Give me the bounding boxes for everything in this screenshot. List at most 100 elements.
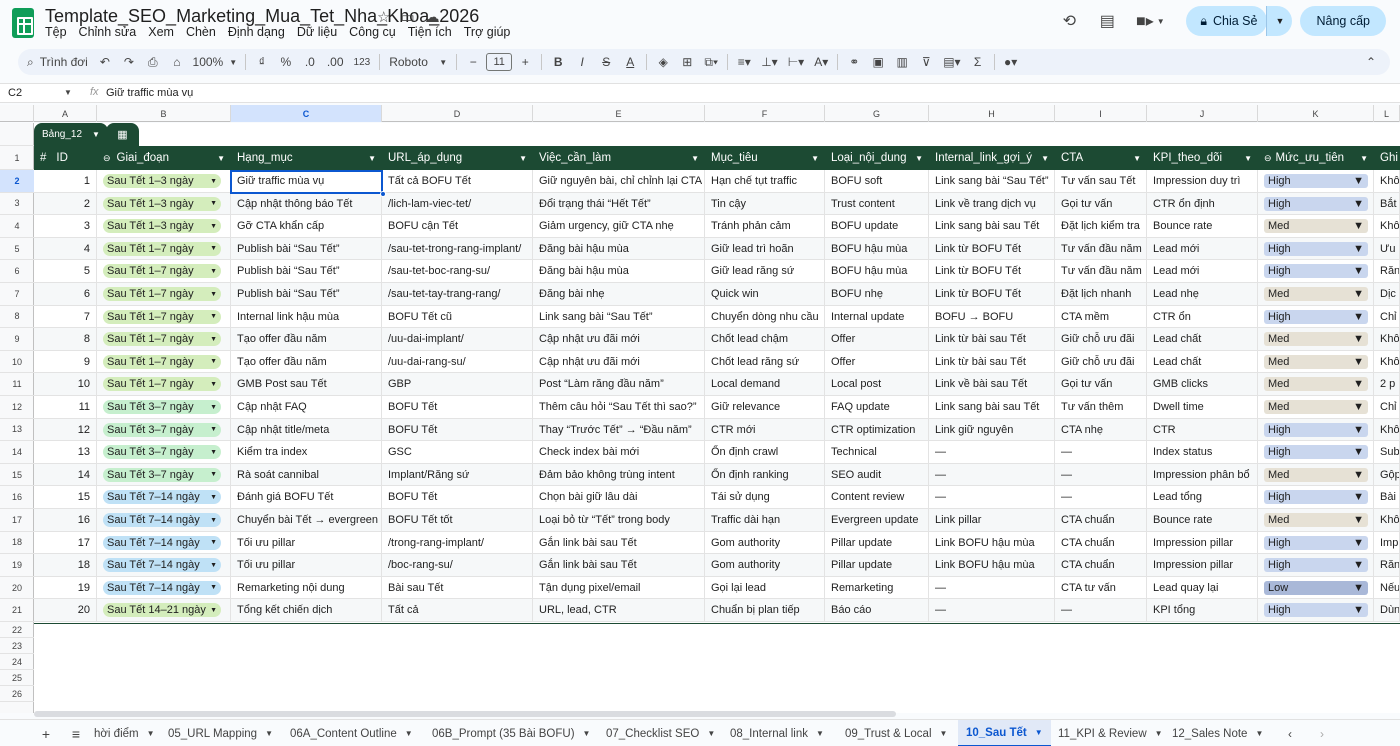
cell-url[interactable]: BOFU Tết cũ bbox=[382, 305, 533, 328]
phase-chip[interactable]: Sau Tết 1–7 ngày ▼ bbox=[103, 264, 221, 279]
cell-cta[interactable]: Đặt lịch kiểm tra bbox=[1055, 215, 1147, 238]
row-header[interactable]: 6 bbox=[0, 260, 34, 283]
paint-format-icon[interactable]: ⌂ bbox=[166, 50, 188, 74]
cell-url[interactable]: /uu-dai-rang-su/ bbox=[382, 350, 533, 373]
priority-chip[interactable]: Med ▼ bbox=[1264, 377, 1368, 392]
cell-internal-link[interactable]: Link từ BOFU Tết bbox=[929, 237, 1055, 260]
cell-muc-tieu[interactable]: Chuẩn bị plan tiếp bbox=[705, 599, 825, 622]
header-ghi-chu[interactable]: Ghi bbox=[1374, 146, 1400, 170]
search-menus[interactable]: ⌕ Trình đơi bbox=[19, 50, 92, 74]
row-header[interactable]: 24 bbox=[0, 654, 34, 670]
cell-cta[interactable]: CTA chuẩn bbox=[1055, 554, 1147, 577]
cell-ghi-chu[interactable]: Bắt bbox=[1374, 192, 1400, 215]
cell-cta[interactable]: CTA nhẹ bbox=[1055, 418, 1147, 441]
column-header-i[interactable]: I bbox=[1055, 105, 1147, 122]
select-all-corner[interactable] bbox=[0, 105, 34, 122]
phase-chip[interactable]: Sau Tết 1–3 ngày ▼ bbox=[103, 174, 221, 188]
cell-internal-link[interactable]: BOFU → BOFU bbox=[929, 305, 1055, 328]
cell-url[interactable]: BOFU Tết tốt bbox=[382, 509, 533, 531]
percent-format-button[interactable]: % bbox=[275, 50, 297, 74]
row-header[interactable]: 21 bbox=[0, 599, 34, 622]
scroll-tabs-left-icon[interactable]: ‹ bbox=[1280, 720, 1300, 746]
cell-hang-muc[interactable]: Tối ưu pillar bbox=[231, 554, 382, 577]
cell-kpi[interactable]: CTR ổn định bbox=[1147, 192, 1258, 215]
cell-giai-doan[interactable]: Sau Tết 1–7 ngày ▼ bbox=[97, 283, 231, 305]
increase-decimal-button[interactable]: .00 bbox=[323, 50, 348, 74]
row-header[interactable] bbox=[0, 123, 34, 146]
row-header[interactable]: 4 bbox=[0, 215, 34, 238]
row-header[interactable]: 15 bbox=[0, 464, 34, 487]
cell-ghi-chu[interactable]: Khô bbox=[1374, 328, 1400, 351]
cell-giai-doan[interactable]: Sau Tết 1–3 ngày ▼ bbox=[97, 215, 231, 238]
cell-kpi[interactable]: Lead chất bbox=[1147, 350, 1258, 373]
cell-internal-link[interactable]: — bbox=[929, 441, 1055, 464]
font-size-input[interactable]: 11 bbox=[486, 53, 513, 71]
bold-button[interactable]: B bbox=[547, 50, 569, 74]
text-rotation-icon[interactable]: A▾ bbox=[810, 50, 832, 74]
cell-ghi-chu[interactable]: Răn bbox=[1374, 260, 1400, 283]
cell-kpi[interactable]: Lead nhẹ bbox=[1147, 283, 1258, 305]
row-header[interactable]: 9 bbox=[0, 328, 34, 351]
row-header[interactable]: 19 bbox=[0, 554, 34, 577]
cell-ghi-chu[interactable]: Răn bbox=[1374, 554, 1400, 577]
cell-giai-doan[interactable]: Sau Tết 1–3 ngày ▼ bbox=[97, 192, 231, 215]
column-header-j[interactable]: J bbox=[1147, 105, 1258, 122]
font-select[interactable]: Roboto ▼ bbox=[385, 50, 451, 74]
cell-ghi-chu[interactable]: Khô bbox=[1374, 215, 1400, 238]
priority-chip[interactable]: Med ▼ bbox=[1264, 219, 1368, 234]
cell-loai-noi-dung[interactable]: BOFU soft bbox=[825, 170, 929, 192]
priority-chip[interactable]: Med ▼ bbox=[1264, 332, 1368, 347]
cell-hang-muc[interactable]: GMB Post sau Tết bbox=[231, 373, 382, 396]
cell-cta[interactable]: Tư vấn đầu năm bbox=[1055, 237, 1147, 260]
menu-view[interactable]: Xem bbox=[148, 25, 174, 39]
decrease-decimal-button[interactable]: .0 bbox=[299, 50, 321, 74]
cell-muc-tieu[interactable]: Tái sử dụng bbox=[705, 486, 825, 509]
column-header-a[interactable]: A bbox=[34, 105, 97, 122]
row-header[interactable]: 10 bbox=[0, 351, 34, 374]
cell-kpi[interactable]: Impression pillar bbox=[1147, 531, 1258, 554]
cell-id[interactable]: 7 bbox=[34, 305, 97, 328]
phase-chip[interactable]: Sau Tết 1–7 ngày ▼ bbox=[103, 309, 221, 324]
cell-loai-noi-dung[interactable]: Technical bbox=[825, 441, 929, 464]
sheet-tab[interactable]: 05_URL Mapping ▼ bbox=[160, 720, 281, 746]
history-icon[interactable]: ⟲ bbox=[1054, 6, 1084, 36]
cell-giai-doan[interactable]: Sau Tết 1–7 ngày ▼ bbox=[97, 373, 231, 396]
cell-hang-muc[interactable]: Publish bài “Sau Tết” bbox=[231, 283, 382, 305]
cell-hang-muc[interactable]: Tổng kết chiến dịch bbox=[231, 599, 382, 622]
cell-internal-link[interactable]: Link từ bài sau Tết bbox=[929, 350, 1055, 373]
cell-viec-can-lam[interactable]: Đăng bài nhẹ bbox=[533, 283, 705, 305]
cell-id[interactable]: 3 bbox=[34, 215, 97, 238]
strikethrough-button[interactable]: S bbox=[595, 50, 617, 74]
cell-muc-tieu[interactable]: Gọi lại lead bbox=[705, 576, 825, 599]
cell-url[interactable]: /uu-dai-implant/ bbox=[382, 328, 533, 351]
phase-chip[interactable]: Sau Tết 1–3 ngày ▼ bbox=[103, 196, 221, 211]
column-header-e[interactable]: E bbox=[533, 105, 705, 122]
cell-kpi[interactable]: Lead quay lại bbox=[1147, 576, 1258, 599]
cell-internal-link[interactable]: Link BOFU hậu mùa bbox=[929, 554, 1055, 577]
cell-viec-can-lam[interactable]: Đảm bảo không trùng intent bbox=[533, 463, 705, 486]
phase-chip[interactable]: Sau Tết 3–7 ngày ▼ bbox=[103, 422, 221, 437]
cell-giai-doan[interactable]: Sau Tết 1–7 ngày ▼ bbox=[97, 305, 231, 328]
cell-muc-tieu[interactable]: Quick win bbox=[705, 283, 825, 305]
header-loai-noi-dung[interactable]: Loại_nội_dung ▼ bbox=[825, 146, 929, 170]
cell-cta[interactable]: — bbox=[1055, 486, 1147, 509]
cell-viec-can-lam[interactable]: Giữ nguyên bài, chỉ chỉnh lại CTA bbox=[533, 170, 705, 192]
cell-hang-muc[interactable]: Publish bài “Sau Tết” bbox=[231, 260, 382, 283]
row-header[interactable]: 14 bbox=[0, 441, 34, 464]
cell-cta[interactable]: Tư vấn đầu năm bbox=[1055, 260, 1147, 283]
cell-id[interactable]: 17 bbox=[34, 531, 97, 554]
fill-color-icon[interactable]: ◈ bbox=[652, 50, 674, 74]
cell-hang-muc[interactable]: Internal link hậu mùa bbox=[231, 305, 382, 328]
print-icon[interactable]: ⎙ bbox=[142, 50, 164, 74]
cell-url[interactable]: BOFU Tết bbox=[382, 486, 533, 509]
cell-kpi[interactable]: Bounce rate bbox=[1147, 215, 1258, 238]
cell-id[interactable]: 14 bbox=[34, 463, 97, 486]
row-header[interactable]: 8 bbox=[0, 306, 34, 329]
cell-hang-muc[interactable]: Publish bài “Sau Tết” bbox=[231, 237, 382, 260]
cell-id[interactable]: 6 bbox=[34, 283, 97, 305]
cell-viec-can-lam[interactable]: Post “Làm răng đầu năm” bbox=[533, 373, 705, 396]
cell-muc-uu-tien[interactable]: Med ▼ bbox=[1258, 328, 1374, 351]
phase-chip[interactable]: Sau Tết 7–14 ngày ▼ bbox=[103, 558, 221, 573]
column-header-f[interactable]: F bbox=[705, 105, 825, 122]
cell-muc-uu-tien[interactable]: High ▼ bbox=[1258, 260, 1374, 283]
